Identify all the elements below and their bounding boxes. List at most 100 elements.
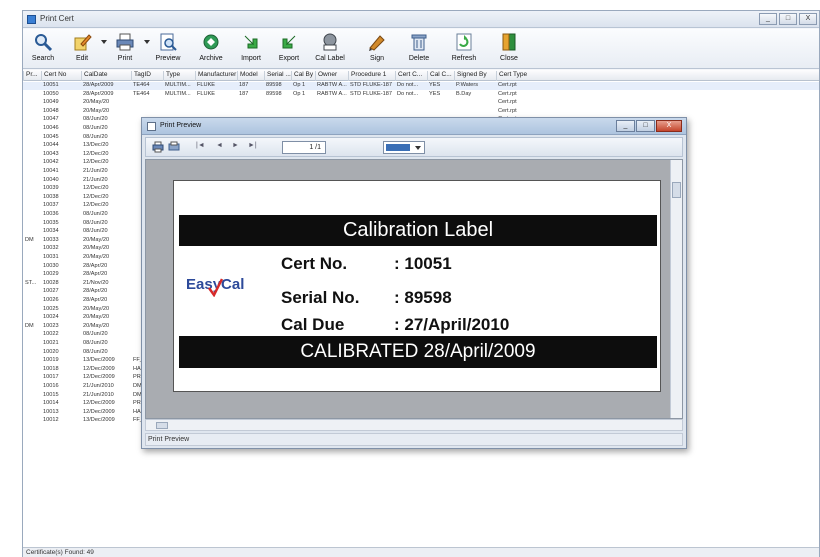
print-button[interactable]: Print — [108, 31, 150, 67]
scroll-thumb[interactable] — [672, 182, 681, 198]
table-cell: P.Waters — [456, 82, 479, 88]
table-cell: 10048 — [43, 107, 59, 114]
table-cell — [23, 288, 41, 296]
table-cell — [237, 99, 264, 107]
table-cell — [23, 211, 41, 219]
table-cell — [23, 142, 41, 150]
label-line-serial-no: Serial No. : 89598 — [281, 288, 452, 308]
column-header[interactable]: Cert C... — [395, 71, 427, 81]
table-cell: 10014 — [43, 400, 59, 407]
close-window-button[interactable]: X — [799, 13, 817, 25]
table-cell: 12/Dec/2009 — [83, 374, 115, 381]
status-bar: Certificate(s) Found: 49 — [23, 547, 819, 557]
status-text: Certificate(s) Found: 49 — [26, 549, 94, 556]
preview-page-setup-icon[interactable] — [168, 141, 180, 152]
column-header[interactable]: Cal C... — [427, 71, 454, 81]
table-cell: 28/Apr/20 — [83, 297, 108, 303]
prev-page-button[interactable]: ◄ — [216, 142, 223, 153]
column-header[interactable]: Manufacturer — [195, 71, 237, 81]
preview-maximize-button[interactable]: □ — [636, 120, 655, 132]
table-cell: 13/Dec/2009 — [83, 417, 115, 424]
table-cell: Cert.rpt — [498, 107, 517, 114]
delete-button[interactable]: Delete — [402, 31, 436, 67]
table-cell: FLUKE — [197, 82, 216, 88]
edit-button[interactable]: Edit — [65, 31, 107, 67]
table-cell: 10036 — [43, 211, 59, 217]
table-cell: 10034 — [43, 228, 59, 235]
table-cell — [264, 108, 291, 116]
column-header[interactable]: Cert No — [41, 71, 81, 81]
print-dropdown-arrow[interactable] — [144, 40, 150, 44]
table-cell: TE464 — [133, 90, 150, 97]
table-cell — [291, 108, 315, 116]
sign-button[interactable]: Sign — [360, 31, 394, 67]
sign-icon — [367, 32, 387, 52]
preview-canvas[interactable]: Calibration Label EasyCal Cert No. : 100… — [145, 159, 683, 419]
table-cell: 10016 — [43, 383, 59, 389]
table-cell — [195, 99, 237, 107]
table-cell: 08/Jun/20 — [83, 116, 108, 123]
table-cell: 08/Jun/20 — [83, 340, 108, 346]
table-cell: 21/Jun/2010 — [83, 391, 114, 398]
table-cell — [291, 99, 315, 107]
table-cell: Do not... — [397, 90, 419, 97]
print-preview-title: Print Preview — [160, 122, 202, 129]
zoom-select[interactable] — [383, 141, 425, 154]
next-page-button[interactable]: ► — [232, 142, 239, 153]
export-button[interactable]: Export — [272, 31, 306, 67]
table-cell: Op 1 — [293, 82, 306, 88]
table-cell: 10033 — [43, 236, 59, 243]
preview-print-icon[interactable] — [152, 141, 164, 153]
column-header[interactable]: Cal By — [291, 71, 315, 81]
column-header[interactable]: Pr... — [23, 71, 41, 81]
table-cell: 12/Dec/20 — [83, 193, 109, 200]
table-row[interactable]: 10050 28/Apr/2009 TE464 MULTIM... FLUKE 187 89… — [23, 91, 819, 99]
preview-horizontal-scrollbar[interactable] — [145, 419, 683, 431]
column-header[interactable]: Cert Type — [496, 71, 556, 81]
page-number-input[interactable]: 1 /1 — [282, 141, 326, 154]
cal-label-button[interactable]: Cal Label — [313, 31, 347, 67]
column-header[interactable]: Type — [163, 71, 195, 81]
scroll-thumb[interactable] — [156, 422, 168, 429]
import-button[interactable]: Import — [234, 31, 268, 67]
table-row[interactable]: 10051 28/Apr/2009 TE464 MULTIM... FLUKE 187 89… — [23, 82, 819, 90]
column-header[interactable]: Serial ... — [264, 71, 291, 81]
refresh-button[interactable]: Refresh — [447, 31, 481, 67]
preview-close-button[interactable]: X — [656, 120, 682, 132]
table-cell: 10013 — [43, 408, 59, 415]
table-row[interactable]: 10049 20/May/20 Cert.rpt — [23, 99, 819, 107]
column-header[interactable]: Procedure 1 — [348, 71, 395, 81]
column-header[interactable]: Model — [237, 71, 264, 81]
table-cell: 10047 — [43, 116, 59, 123]
table-cell: 10019 — [43, 357, 59, 364]
preview-vertical-scrollbar[interactable] — [670, 160, 682, 418]
edit-dropdown-arrow[interactable] — [101, 40, 107, 44]
table-cell: 10038 — [43, 193, 59, 200]
close-button[interactable]: Close — [492, 31, 526, 67]
table-cell: 89598 — [266, 82, 282, 88]
last-page-button[interactable]: ►| — [248, 142, 257, 153]
column-header[interactable]: Owner — [315, 71, 348, 81]
table-cell: 187 — [239, 82, 249, 88]
maximize-button[interactable]: □ — [779, 13, 797, 25]
grid-header: Pr... Cert No CalDate TagID Type Manufacturer… — [23, 70, 819, 81]
table-cell: STD FLUKE-187 — [350, 82, 392, 88]
column-header[interactable]: TagID — [131, 71, 163, 81]
preview-button[interactable]: Preview — [151, 31, 185, 67]
table-cell — [264, 99, 291, 107]
table-row[interactable]: 10048 20/May/20 Cert.rpt — [23, 108, 819, 116]
column-header[interactable]: Signed By — [454, 71, 496, 81]
table-cell — [23, 99, 41, 107]
first-page-button[interactable]: |◄ — [196, 142, 205, 153]
column-header[interactable]: CalDate — [81, 71, 131, 81]
table-cell — [23, 177, 41, 185]
table-cell — [23, 108, 41, 116]
archive-button[interactable]: Archive — [194, 31, 228, 67]
preview-minimize-button[interactable]: _ — [616, 120, 635, 132]
table-cell: 10031 — [43, 254, 59, 260]
table-cell: 13/Dec/20 — [83, 142, 109, 149]
search-button[interactable]: Search — [26, 31, 60, 67]
table-cell: 21/Jun/20 — [83, 168, 108, 174]
table-cell — [163, 108, 195, 116]
minimize-button[interactable]: _ — [759, 13, 777, 25]
